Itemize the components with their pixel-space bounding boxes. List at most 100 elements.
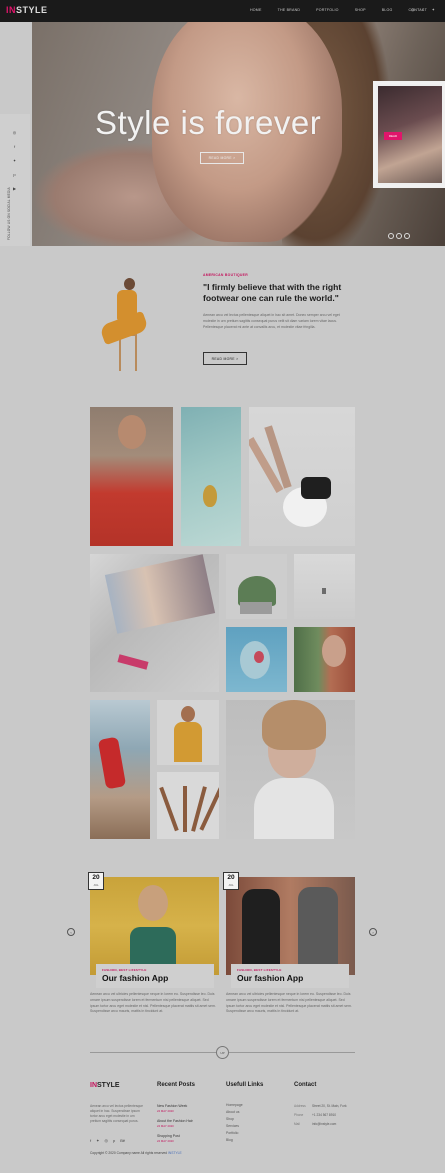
image-shape <box>322 588 326 594</box>
footer-link[interactable]: Services <box>226 1124 239 1128</box>
footer-post-link[interactable]: About the Fashion Hair <box>157 1119 193 1123</box>
nav-item-portfolio[interactable]: PORTFOLIO <box>316 8 339 12</box>
gallery-image-red-top[interactable] <box>90 407 173 546</box>
gallery-image-brushes[interactable] <box>157 772 219 839</box>
contact-label: Mail <box>294 1122 300 1126</box>
youtube-icon[interactable]: ▶ <box>12 186 17 191</box>
instagram-icon[interactable]: ◎ <box>104 1138 108 1143</box>
pinterest-icon[interactable]: p <box>12 172 17 177</box>
blog-title[interactable]: Our fashion App <box>237 973 303 983</box>
footer-post-date: 24 MAY 2020 <box>157 1109 174 1113</box>
date-month: JUL <box>93 883 99 887</box>
blog-card-image[interactable] <box>226 877 355 975</box>
nav-item-the-brand[interactable]: THE BRAND <box>278 8 301 12</box>
model-head-shape <box>124 278 135 290</box>
date-month: JUL <box>228 883 234 887</box>
twitter-icon[interactable]: ✦ <box>432 7 435 12</box>
hero-thumbnail[interactable]: READ <box>373 81 445 188</box>
gallery-image-yellow-dress[interactable] <box>157 700 219 765</box>
image-shape <box>97 736 127 790</box>
footer-social: f ✦ ◎ p Bē <box>90 1138 125 1143</box>
footer-link[interactable]: About us <box>226 1110 239 1114</box>
image-shape <box>104 554 216 634</box>
footer-useful-links-title: Usefull Links <box>226 1082 264 1088</box>
quote-read-more-button[interactable]: READ MORE > <box>203 352 247 365</box>
slider-dot[interactable] <box>388 233 394 239</box>
footer-link[interactable]: Homepage <box>226 1103 243 1107</box>
date-day: 20 <box>227 874 235 881</box>
blog-next-arrow[interactable]: › <box>369 928 377 936</box>
footer-about: Aenean arcu vel lectus pellentesque aliq… <box>90 1104 143 1123</box>
blog-category[interactable]: FASHION, BEST LIFESTYLE <box>102 968 147 972</box>
footer-link[interactable]: Shop <box>226 1117 234 1121</box>
image-shape <box>240 602 272 614</box>
scroll-up-button[interactable]: UP <box>216 1046 229 1059</box>
logo[interactable]: INSTYLE <box>6 5 48 15</box>
nav-item-shop[interactable]: SHOP <box>355 8 366 12</box>
logo-part1: IN <box>6 5 16 15</box>
behance-icon[interactable]: Bē <box>120 1138 125 1143</box>
divider-line <box>90 1052 216 1053</box>
image-shape <box>117 654 149 670</box>
gallery-image-portrait[interactable] <box>226 700 355 839</box>
image-shape <box>242 889 280 975</box>
gallery-image-plant[interactable] <box>226 554 287 619</box>
pinterest-icon[interactable]: p <box>113 1138 115 1143</box>
quote-label: AMERICAN BOUTIQUER <box>203 273 248 277</box>
social-sidebar: ◎ f ✦ p ▶ FOLLOW US ON SOCIAL MEDIA <box>0 114 30 246</box>
footer-post-link[interactable]: New Fashion Week <box>157 1104 187 1108</box>
twitter-icon[interactable]: ✦ <box>12 158 17 163</box>
facebook-icon[interactable]: f <box>12 144 17 149</box>
contact-value: Street 20, St. Main, Fork <box>312 1104 347 1108</box>
model-body-shape <box>117 290 137 320</box>
date-day: 20 <box>92 874 100 881</box>
instagram-icon[interactable]: ◎ <box>411 7 415 12</box>
hero-slider-dots <box>388 233 410 239</box>
image-shape <box>298 887 338 975</box>
footer-post-date: 24 MAY 2020 <box>157 1139 174 1143</box>
nav-item-blog[interactable]: BLOG <box>382 8 393 12</box>
footer-recent-posts-title: Recent Posts <box>157 1082 196 1088</box>
gallery-image-pineapple[interactable] <box>181 407 241 546</box>
footer-logo[interactable]: INSTYLE <box>90 1082 120 1089</box>
blog-card-caption: FASHION, BEST LIFESTYLE Our fashion App <box>231 964 349 988</box>
hero-read-more-button[interactable]: READ MORE > <box>200 152 244 164</box>
footer-link[interactable]: Portfolio <box>226 1131 238 1135</box>
divider-line <box>229 1052 355 1053</box>
image-shape <box>262 700 326 750</box>
blog-card-image[interactable] <box>90 877 219 975</box>
nav-item-home[interactable]: HOME <box>250 8 262 12</box>
hero-title: Style is forever <box>95 104 322 141</box>
copyright-link[interactable]: INSTYLE <box>168 1151 182 1155</box>
blog-card-caption: FASHION, BEST LIFESTYLE Our fashion App <box>96 964 214 988</box>
blog-category[interactable]: FASHION, BEST LIFESTYLE <box>237 968 282 972</box>
blog-title[interactable]: Our fashion App <box>102 973 168 983</box>
contact-value: +1 234 567 8910 <box>312 1113 337 1117</box>
footer-post-date: 24 MAY 2020 <box>157 1124 174 1128</box>
gallery-image-heels[interactable] <box>249 407 355 546</box>
footer-logo-part1: IN <box>90 1082 97 1089</box>
twitter-icon[interactable]: ✦ <box>96 1138 99 1143</box>
footer-post-link[interactable]: Shopping Post <box>157 1134 180 1138</box>
image-shape <box>203 485 217 507</box>
quote-text: "I firmly believe that with the right fo… <box>203 282 342 303</box>
gallery-image-red-dress[interactable] <box>90 700 150 839</box>
slider-dot[interactable] <box>404 233 410 239</box>
instagram-icon[interactable]: ◎ <box>12 130 17 135</box>
gallery-image-magazine[interactable] <box>90 554 219 692</box>
gallery-image-beach[interactable] <box>294 554 355 619</box>
facebook-icon[interactable]: f <box>90 1138 91 1143</box>
slider-dot[interactable] <box>396 233 402 239</box>
image-shape <box>322 635 346 667</box>
image-shape <box>118 415 146 449</box>
copyright: Copyright © 2020 Company name All rights… <box>90 1151 182 1155</box>
footer-link[interactable]: Blog <box>226 1138 233 1142</box>
contact-value[interactable]: info@instyle.com <box>312 1122 336 1126</box>
blog-date-badge: 20 JUL <box>88 872 104 890</box>
image-shape <box>181 706 195 722</box>
facebook-icon[interactable]: f <box>423 7 424 12</box>
gallery-image-pool[interactable] <box>226 627 287 692</box>
blog-prev-arrow[interactable]: ‹ <box>67 928 75 936</box>
image-shape <box>183 786 187 832</box>
gallery-image-leaf-portrait[interactable] <box>294 627 355 692</box>
